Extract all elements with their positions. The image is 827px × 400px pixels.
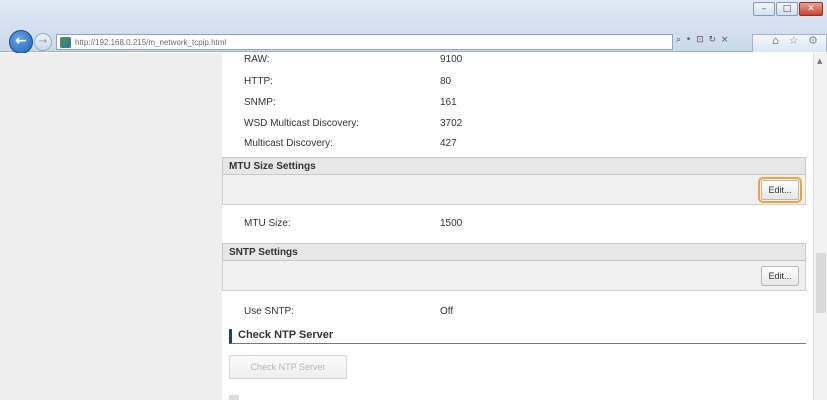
port-label-snmp: SNMP: — [244, 97, 276, 108]
port-value-multicast: 427 — [440, 138, 457, 149]
check-ntp-button[interactable]: Check NTP Server — [229, 355, 347, 379]
port-value-http: 80 — [440, 76, 452, 87]
port-label-http: HTTP: — [244, 76, 273, 87]
use-sntp-value: Off — [440, 306, 454, 317]
port-label-wsd: WSD Multicast Discovery: — [244, 118, 360, 129]
scroll-thumb[interactable] — [816, 253, 826, 313]
minimize-button[interactable]: – — [753, 2, 775, 16]
arrow-left-icon: ← — [15, 33, 27, 49]
port-value-snmp: 161 — [440, 97, 457, 108]
port-label-raw: RAW: — [244, 54, 270, 65]
mtu-size-value: 1500 — [440, 218, 463, 229]
page-content: RAW: 9100 HTTP: 80 SNMP: 161 WSD Multica… — [0, 53, 827, 400]
back-button[interactable]: ← — [9, 30, 33, 54]
sntp-edit-button[interactable]: Edit... — [761, 266, 799, 286]
use-sntp-label: Use SNTP: — [244, 306, 295, 317]
port-label-multicast: Multicast Discovery: — [244, 138, 333, 149]
forward-button[interactable]: → — [34, 33, 52, 51]
url-text: http://192.168.0.215/m_network_tcpip.htm… — [75, 37, 227, 47]
restore-button[interactable]: □ — [776, 2, 798, 16]
mtu-section-body: Edit... — [222, 175, 806, 205]
toolbar-icons[interactable]: ⌂ ☆ ⚙ — [772, 34, 821, 47]
address-bar[interactable]: http://192.168.0.215/m_network_tcpip.htm… — [56, 34, 673, 50]
browser-chrome: – □ ✕ ← → http://192.168.0.215/m_network… — [0, 0, 827, 54]
window-controls: – □ ✕ — [753, 2, 823, 18]
close-button[interactable]: ✕ — [799, 2, 823, 16]
site-favicon-icon — [60, 36, 71, 48]
port-value-raw: 9100 — [440, 54, 463, 65]
sntp-section-header: SNTP Settings — [222, 243, 806, 261]
mtu-size-label: MTU Size: — [244, 218, 291, 229]
port-value-wsd: 3702 — [440, 118, 463, 129]
scroll-up-icon[interactable]: ▲ — [817, 57, 822, 65]
check-ntp-title: Check NTP Server — [229, 329, 806, 344]
mtu-section-header: MTU Size Settings — [222, 157, 806, 175]
left-sidebar — [0, 53, 222, 400]
arrow-right-icon: → — [38, 36, 48, 47]
bottom-cutoff — [229, 395, 239, 400]
mtu-edit-button[interactable]: Edit... — [758, 177, 802, 203]
address-tools[interactable]: ⌕ • ⊡ ↻ × — [676, 35, 748, 49]
vertical-scrollbar[interactable]: ▲ — [813, 53, 827, 400]
sntp-section-body: Edit... — [222, 261, 806, 291]
